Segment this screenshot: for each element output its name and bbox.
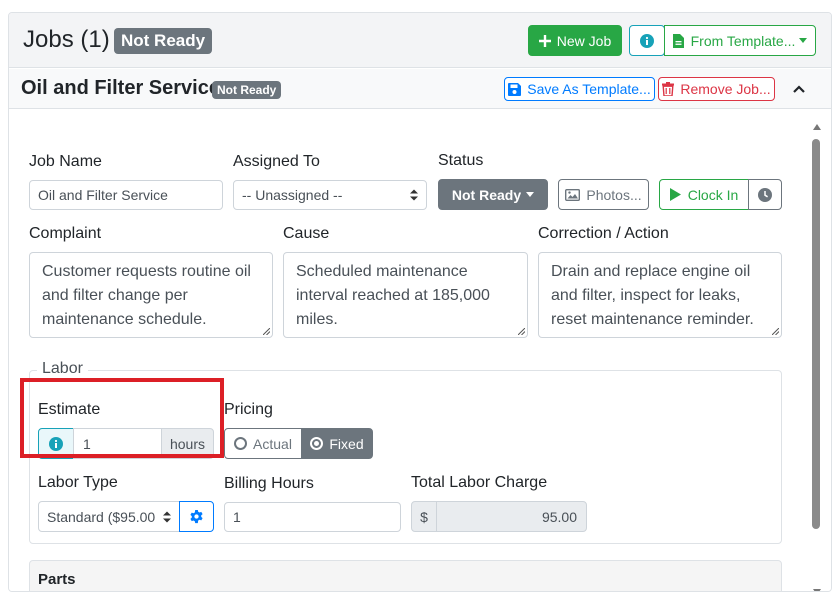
radio-empty-icon [234, 437, 248, 450]
cause-value: Scheduled maintenance interval reached a… [296, 263, 490, 328]
status-value: Not Ready [451, 186, 522, 203]
labor-legend: Labor [37, 360, 88, 378]
photos-label: Photos... [586, 186, 642, 203]
pricing-label: Pricing [224, 401, 273, 418]
job-name-value: Oil and Filter Service [38, 187, 168, 203]
from-template-dropdown[interactable]: From Template... [664, 25, 816, 56]
billing-hours-input[interactable]: 1 [224, 502, 401, 532]
parts-section: Parts [29, 560, 782, 591]
resize-handle-icon[interactable] [518, 328, 525, 335]
estimate-highlight-box [20, 378, 224, 458]
image-icon [565, 188, 581, 201]
save-as-template-button[interactable]: Save As Template... [504, 77, 655, 101]
jobs-panel: Jobs (1) Not Ready New Job From Template… [8, 12, 832, 592]
assigned-to-label: Assigned To [233, 153, 320, 170]
chevron-down-icon [799, 38, 808, 43]
chevron-up-icon[interactable] [791, 81, 807, 97]
complaint-textarea[interactable]: Customer requests routine oil and filter… [29, 252, 273, 338]
labor-type-settings-button[interactable] [179, 501, 214, 532]
cause-label: Cause [283, 225, 330, 242]
job-header: Oil and Filter Service Not Ready Save As… [9, 69, 831, 109]
jobs-header: Jobs (1) Not Ready New Job From Template… [9, 13, 831, 68]
photos-button[interactable]: Photos... [558, 179, 649, 210]
remove-job-label: Remove Job... [680, 81, 771, 97]
billing-hours-value: 1 [233, 509, 241, 525]
jobs-title: Jobs (1) [23, 26, 110, 53]
clock-in-label: Clock In [687, 186, 739, 203]
new-job-button[interactable]: New Job [528, 25, 622, 56]
scroll-up-arrow-icon[interactable] [813, 124, 821, 130]
assigned-to-select[interactable]: -- Unassigned -- [233, 180, 427, 210]
select-arrows-icon [163, 511, 171, 522]
new-job-label: New Job [556, 32, 612, 49]
file-icon [672, 33, 684, 48]
pricing-actual-label: Actual [253, 435, 292, 452]
pricing-fixed-label: Fixed [329, 435, 364, 452]
clock-in-button[interactable]: Clock In [659, 179, 749, 210]
correction-value: Drain and replace engine oil and filter,… [551, 263, 754, 328]
job-title: Oil and Filter Service [21, 77, 220, 99]
status-dropdown[interactable]: Not Ready [438, 179, 548, 210]
scrollbar-thumb[interactable] [812, 139, 820, 529]
resize-handle-icon[interactable] [772, 328, 779, 335]
clock-icon [758, 187, 772, 202]
save-icon [508, 82, 522, 96]
currency-addon: $ [411, 501, 437, 532]
labor-type-label: Labor Type [38, 474, 118, 491]
complaint-label: Complaint [29, 225, 102, 242]
trash-icon [662, 82, 675, 96]
job-body: Job Name Oil and Filter Service Assigned… [9, 110, 804, 591]
correction-label: Correction / Action [538, 225, 669, 242]
billing-hours-label: Billing Hours [224, 475, 314, 492]
remove-job-button[interactable]: Remove Job... [658, 77, 775, 101]
save-as-template-label: Save As Template... [527, 81, 651, 97]
vertical-scrollbar[interactable] [804, 110, 831, 591]
labor-type-select[interactable]: Standard ($95.00 [38, 501, 180, 532]
template-info-button[interactable] [629, 25, 665, 56]
labor-type-value: Standard ($95.00 [47, 508, 156, 525]
job-name-input[interactable]: Oil and Filter Service [29, 180, 223, 210]
plus-icon [538, 34, 551, 47]
gear-icon [190, 509, 203, 524]
status-label: Status [438, 152, 484, 169]
radio-selected-icon [310, 437, 324, 450]
time-history-button[interactable] [748, 179, 782, 210]
resize-handle-icon[interactable] [263, 328, 270, 335]
from-template-label: From Template... [690, 32, 796, 49]
parts-title: Parts [38, 571, 76, 588]
scroll-down-arrow-icon[interactable] [813, 589, 821, 591]
total-labor-charge-value: 95.00 [541, 508, 577, 525]
info-icon [640, 33, 654, 48]
currency-symbol: $ [420, 508, 428, 525]
assigned-to-value: -- Unassigned -- [242, 187, 343, 203]
job-name-label: Job Name [29, 153, 102, 170]
pricing-fixed-radio[interactable]: Fixed [301, 428, 373, 459]
job-status-badge: Not Ready [212, 81, 282, 99]
select-arrows-icon [410, 189, 418, 201]
total-labor-charge-field: 95.00 [436, 501, 587, 532]
caret-down-icon [526, 192, 535, 197]
total-labor-charge-label: Total Labor Charge [411, 474, 548, 491]
correction-textarea[interactable]: Drain and replace engine oil and filter,… [538, 252, 782, 338]
jobs-status-badge: Not Ready [114, 28, 213, 54]
complaint-value: Customer requests routine oil and filter… [42, 263, 251, 328]
play-icon [669, 188, 681, 201]
cause-textarea[interactable]: Scheduled maintenance interval reached a… [283, 252, 528, 338]
pricing-actual-radio[interactable]: Actual [224, 428, 302, 459]
